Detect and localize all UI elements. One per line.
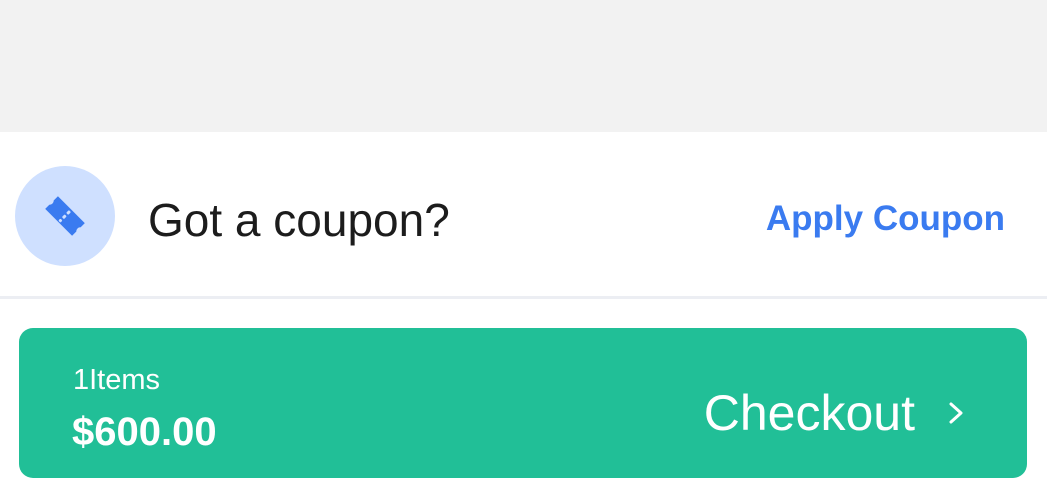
apply-coupon-link[interactable]: Apply Coupon	[766, 196, 1005, 242]
checkout-label: Checkout	[703, 385, 915, 441]
top-spacer	[0, 0, 1047, 132]
items-count: 1Items	[73, 364, 161, 396]
checkout-button[interactable]: 1Items $600.00 Checkout	[19, 328, 1027, 478]
total-price: $600.00	[72, 410, 217, 454]
coupon-title: Got a coupon?	[148, 194, 450, 246]
chevron-right-icon	[949, 402, 963, 424]
ticket-icon	[45, 196, 85, 236]
coupon-icon-badge	[15, 166, 115, 266]
coupon-row: Got a coupon? Apply Coupon	[0, 132, 1047, 299]
